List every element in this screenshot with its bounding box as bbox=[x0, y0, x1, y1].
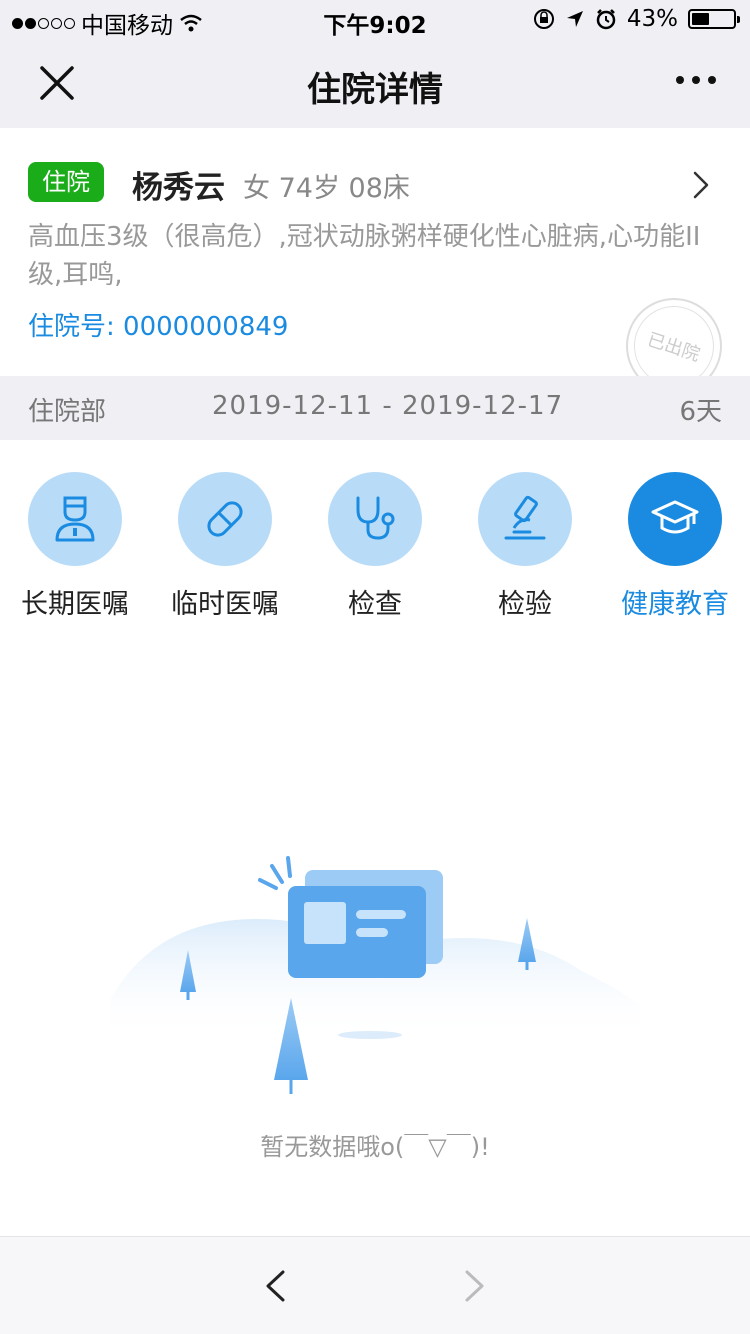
status-right-group: 43% bbox=[533, 6, 740, 32]
empty-state-illustration bbox=[110, 856, 640, 1094]
microscope-icon bbox=[478, 472, 572, 566]
menu-label: 检验 bbox=[498, 589, 552, 620]
quick-menu: 长期医嘱 临时医嘱 检查 检验 健康教育 bbox=[0, 472, 750, 632]
stay-days: 6天 bbox=[679, 397, 722, 427]
chevron-right-icon[interactable] bbox=[462, 1269, 488, 1303]
rotation-lock-icon bbox=[533, 9, 554, 29]
patient-meta: 女 74岁 08床 bbox=[243, 173, 410, 204]
menu-label: 临时医嘱 bbox=[171, 589, 279, 620]
menu-label: 检查 bbox=[348, 589, 402, 620]
pill-icon bbox=[178, 472, 272, 566]
menu-item-temporary-orders[interactable]: 临时医嘱 bbox=[150, 472, 300, 621]
location-icon bbox=[566, 11, 583, 27]
diagnosis-text: 高血压3级（很高危）,冠状动脉粥样硬化性心脏病,心功能II级,耳鸣, bbox=[28, 222, 701, 290]
battery-level bbox=[692, 13, 710, 25]
department-name: 住院部 bbox=[28, 397, 107, 427]
menu-item-examination[interactable]: 检查 bbox=[300, 472, 450, 621]
status-bar: 中国移动 下午9:02 43% bbox=[0, 0, 750, 40]
admission-number: 住院号: 0000000849 bbox=[28, 312, 289, 342]
bottom-toolbar bbox=[0, 1236, 750, 1334]
menu-item-lab-test[interactable]: 检验 bbox=[450, 472, 600, 621]
alarm-icon bbox=[596, 9, 616, 30]
doctor-icon bbox=[28, 472, 122, 566]
graduation-cap-icon bbox=[628, 472, 722, 566]
patient-name: 杨秀云 bbox=[132, 170, 225, 206]
more-icon[interactable] bbox=[676, 76, 716, 84]
empty-state-text: 暂无数据哦o(￣▽￣)! bbox=[260, 1133, 490, 1161]
chevron-left-icon[interactable] bbox=[262, 1269, 288, 1303]
stay-dates: 2019-12-11 - 2019-12-17 bbox=[212, 391, 564, 421]
menu-label: 健康教育 bbox=[621, 589, 729, 620]
menu-label: 长期医嘱 bbox=[21, 589, 129, 620]
department-bar: 住院部 2019-12-11 - 2019-12-17 6天 bbox=[0, 376, 750, 440]
stethoscope-icon bbox=[328, 472, 422, 566]
menu-item-long-term-orders[interactable]: 长期医嘱 bbox=[0, 472, 150, 621]
chevron-right-icon[interactable] bbox=[692, 170, 710, 200]
battery-icon bbox=[688, 9, 740, 29]
menu-item-health-education[interactable]: 健康教育 bbox=[600, 472, 750, 621]
battery-percent: 43% bbox=[626, 6, 678, 32]
navigation-bar: 住院详情 bbox=[0, 40, 750, 128]
patient-card[interactable]: 住院 杨秀云 女 74岁 08床 高血压3级（很高危）,冠状动脉粥样硬化性心脏病… bbox=[0, 128, 750, 397]
page-title: 住院详情 bbox=[307, 70, 443, 110]
status-badge: 住院 bbox=[28, 162, 104, 202]
